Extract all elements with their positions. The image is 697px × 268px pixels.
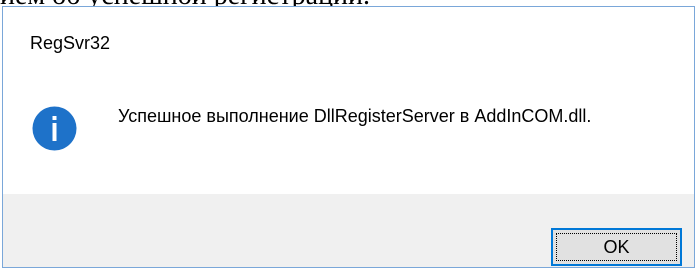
message-dialog: RegSvr32 Успешное выполнение DllRegister… <box>2 6 695 268</box>
dialog-footer: OK <box>3 194 694 267</box>
ok-button-label: OK <box>603 236 630 257</box>
dialog-title: RegSvr32 <box>30 33 111 53</box>
info-icon <box>32 106 77 151</box>
dialog-message: Успешное выполнение DllRegisterServer в … <box>118 106 592 126</box>
ok-button[interactable]: OK <box>551 228 682 266</box>
